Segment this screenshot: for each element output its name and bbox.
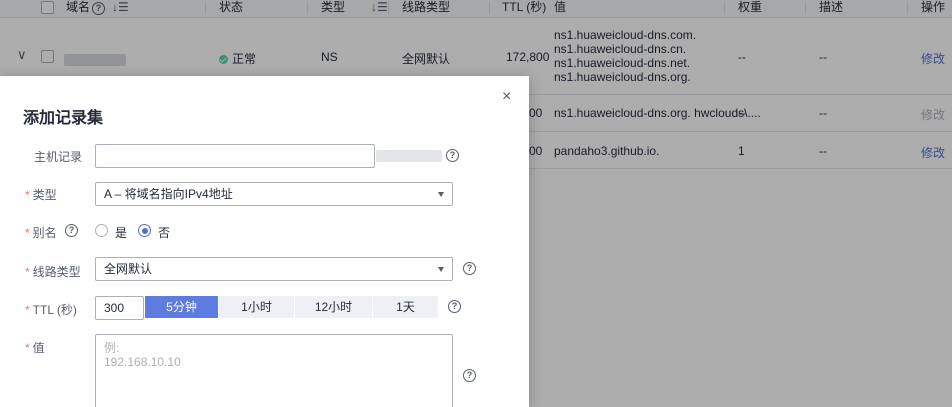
- line-type-label-text: 线路类型: [32, 265, 81, 279]
- dialog-title: 添加记录集: [23, 110, 104, 127]
- alias-label-text: 别名: [32, 226, 57, 240]
- close-icon[interactable]: ×: [502, 89, 511, 105]
- ttl-label: * TTL (秒): [25, 301, 77, 318]
- help-icon[interactable]: ?: [446, 149, 459, 162]
- required-mark: *: [25, 265, 30, 279]
- required-mark: *: [25, 226, 30, 240]
- type-label: * 类型: [25, 186, 57, 203]
- alias-yes-radio[interactable]: [95, 224, 108, 237]
- host-record-input[interactable]: [95, 144, 375, 168]
- host-record-label: 主机记录: [34, 150, 83, 164]
- ttl-preset-1hour[interactable]: 1小时: [219, 296, 294, 318]
- value-label-text: 值: [32, 341, 45, 355]
- required-mark: *: [25, 188, 30, 202]
- type-select[interactable]: A – 将域名指向IPv4地址: [95, 182, 453, 206]
- line-type-label: * 线路类型: [25, 263, 81, 280]
- caret-down-icon: [438, 267, 444, 272]
- ttl-preset-12hour[interactable]: 12小时: [295, 296, 372, 318]
- type-select-value: A – 将域名指向IPv4地址: [104, 187, 233, 201]
- line-type-select-value: 全网默认: [104, 262, 153, 276]
- ttl-preset-group: 5分钟 1小时 12小时 1天: [145, 296, 438, 318]
- help-icon[interactable]: ?: [463, 262, 476, 275]
- value-textarea[interactable]: 例: 192.168.10.10: [95, 334, 453, 407]
- value-label: * 值: [25, 339, 45, 356]
- alias-no-radio[interactable]: [138, 224, 151, 237]
- add-record-set-dialog: 添加记录集 × 主机记录 ? * 类型 A – 将域名指向IPv4地址 * 别名 ?…: [0, 76, 529, 407]
- help-icon[interactable]: ?: [65, 224, 78, 237]
- line-type-select[interactable]: 全网默认: [95, 257, 453, 281]
- required-mark: *: [25, 341, 30, 355]
- type-label-text: 类型: [32, 188, 57, 202]
- alias-yes-label[interactable]: 是: [115, 224, 127, 241]
- help-icon[interactable]: ?: [463, 369, 476, 382]
- ttl-preset-1day[interactable]: 1天: [373, 296, 438, 318]
- required-mark: *: [25, 303, 30, 317]
- redacted-domain-suffix: [376, 150, 442, 162]
- alias-label: * 别名: [25, 224, 57, 241]
- ttl-label-text: TTL (秒): [32, 303, 77, 317]
- alias-no-label[interactable]: 否: [158, 224, 170, 241]
- caret-down-icon: [438, 192, 444, 197]
- ttl-preset-5min[interactable]: 5分钟: [145, 296, 218, 318]
- help-icon[interactable]: ?: [448, 300, 461, 313]
- ttl-input[interactable]: [95, 296, 144, 320]
